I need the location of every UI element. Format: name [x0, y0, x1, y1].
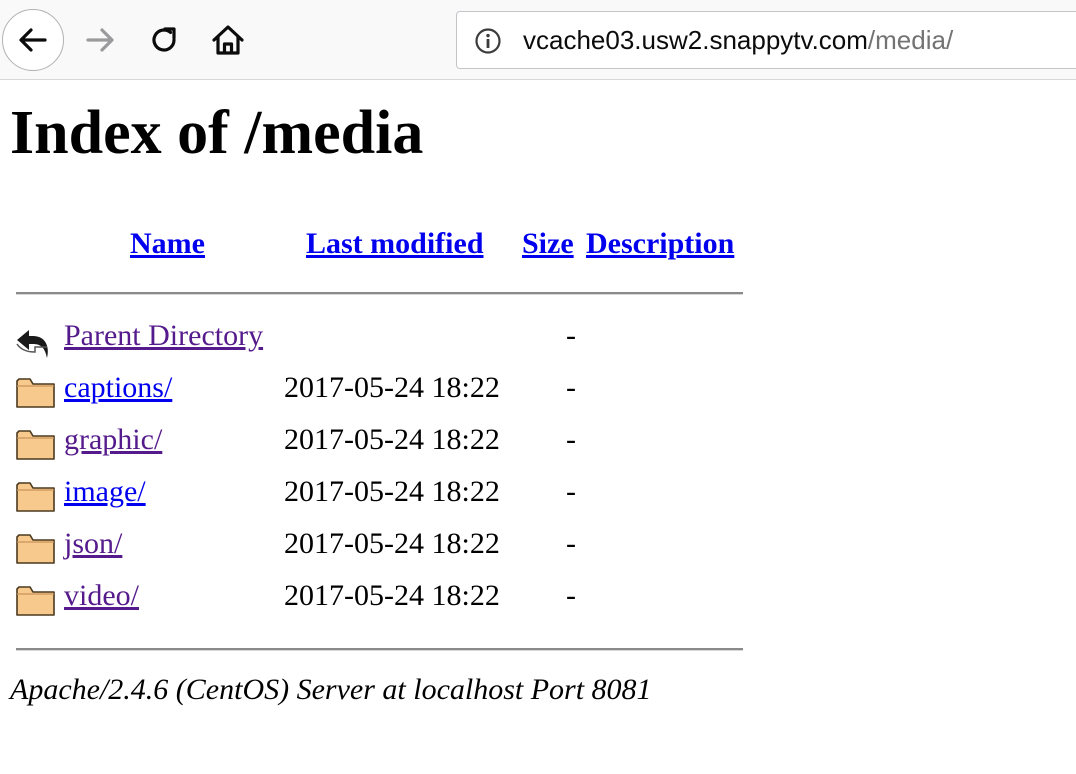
url-host: vcache03.usw2.snappytv.com — [523, 25, 868, 55]
table-row: json/ 2017-05-24 18:22 - — [0, 524, 760, 568]
folder-icon — [16, 430, 55, 460]
row-name-link[interactable]: json/ — [64, 526, 122, 562]
forward-button[interactable] — [80, 22, 120, 58]
row-name-link[interactable]: video/ — [64, 578, 139, 614]
home-icon — [212, 25, 244, 55]
table-row: Parent Directory - — [0, 316, 760, 360]
row-size: - — [566, 579, 576, 612]
directory-listing-page: Index of /media Name Last modified Size … — [0, 80, 1076, 774]
table-row: graphic/ 2017-05-24 18:22 - — [0, 420, 760, 464]
row-size: - — [566, 527, 576, 560]
server-signature: Apache/2.4.6 (CentOS) Server at localhos… — [10, 673, 652, 706]
column-header-last-modified[interactable]: Last modified — [306, 226, 484, 262]
folder-icon — [16, 378, 55, 408]
row-size: - — [566, 371, 576, 404]
table-row: captions/ 2017-05-24 18:22 - — [0, 368, 760, 412]
reload-button[interactable] — [144, 22, 184, 58]
row-last-modified: 2017-05-24 18:22 — [284, 475, 500, 508]
footer-divider — [16, 648, 743, 651]
folder-icon — [16, 586, 55, 616]
table-row: image/ 2017-05-24 18:22 - — [0, 472, 760, 516]
row-name-link[interactable]: image/ — [64, 474, 146, 510]
row-last-modified: 2017-05-24 18:22 — [284, 371, 500, 404]
row-last-modified: 2017-05-24 18:22 — [284, 579, 500, 612]
home-button[interactable] — [208, 22, 248, 58]
row-last-modified: 2017-05-24 18:22 — [284, 527, 500, 560]
back-arrow-icon — [19, 28, 47, 52]
table-row: video/ 2017-05-24 18:22 - — [0, 576, 760, 620]
row-size: - — [566, 319, 576, 352]
row-name-link[interactable]: Parent Directory — [64, 318, 263, 354]
page-title: Index of /media — [10, 99, 424, 167]
folder-icon — [16, 534, 55, 564]
address-bar[interactable]: vcache03.usw2.snappytv.com/media/ — [456, 11, 1076, 69]
row-last-modified: 2017-05-24 18:22 — [284, 423, 500, 456]
reload-icon — [152, 27, 176, 52]
parent-directory-icon — [16, 330, 48, 358]
back-button[interactable] — [2, 9, 64, 71]
browser-toolbar: vcache03.usw2.snappytv.com/media/ — [0, 0, 1076, 80]
row-size: - — [566, 475, 576, 508]
column-header-description[interactable]: Description — [586, 226, 734, 262]
row-size: - — [566, 423, 576, 456]
row-name-link[interactable]: captions/ — [64, 370, 172, 406]
column-header-name[interactable]: Name — [130, 226, 205, 262]
column-header-size[interactable]: Size — [522, 226, 574, 262]
url-text[interactable]: vcache03.usw2.snappytv.com/media/ — [523, 25, 953, 55]
header-divider — [16, 292, 743, 295]
folder-icon — [16, 482, 55, 512]
row-name-link[interactable]: graphic/ — [64, 422, 162, 458]
forward-arrow-icon — [86, 28, 114, 52]
url-path: /media/ — [867, 25, 954, 55]
info-icon[interactable] — [473, 26, 503, 56]
